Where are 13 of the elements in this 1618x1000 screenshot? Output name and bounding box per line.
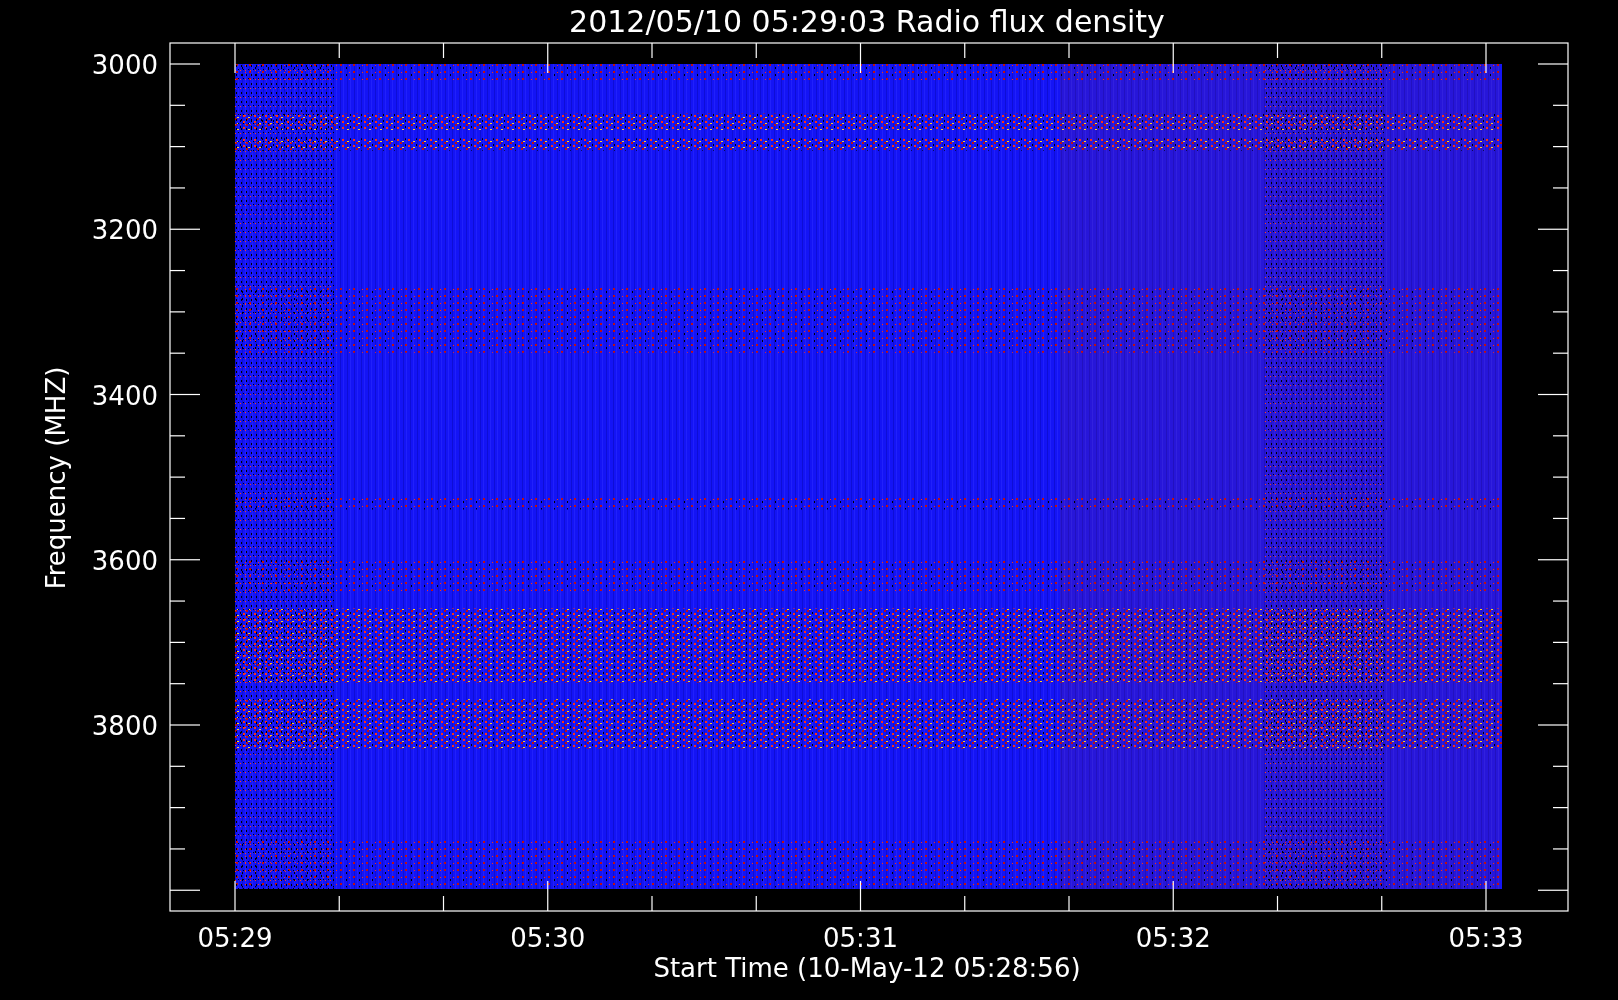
x-tick-label: 05:29	[197, 923, 273, 953]
y-tick-label: 3400	[91, 380, 158, 411]
x-tick-label: 05:32	[1135, 923, 1211, 953]
x-tick-label: 05:31	[823, 923, 898, 953]
y-tick-label: 3000	[91, 50, 158, 80]
chart-title: 2012/05/10 05:29:03 Radio flux density	[569, 4, 1165, 39]
y-tick-label: 3200	[91, 215, 158, 246]
y-tick-label: 3600	[91, 545, 158, 576]
x-axis-label: Start Time (10-May-12 05:28:56)	[653, 953, 1081, 983]
y-axis-label: Frequency (MHZ)	[41, 366, 71, 590]
x-tick-label: 05:30	[510, 923, 586, 953]
x-tick-label: 05:33	[1448, 923, 1524, 953]
y-tick-label: 3800	[91, 711, 158, 741]
